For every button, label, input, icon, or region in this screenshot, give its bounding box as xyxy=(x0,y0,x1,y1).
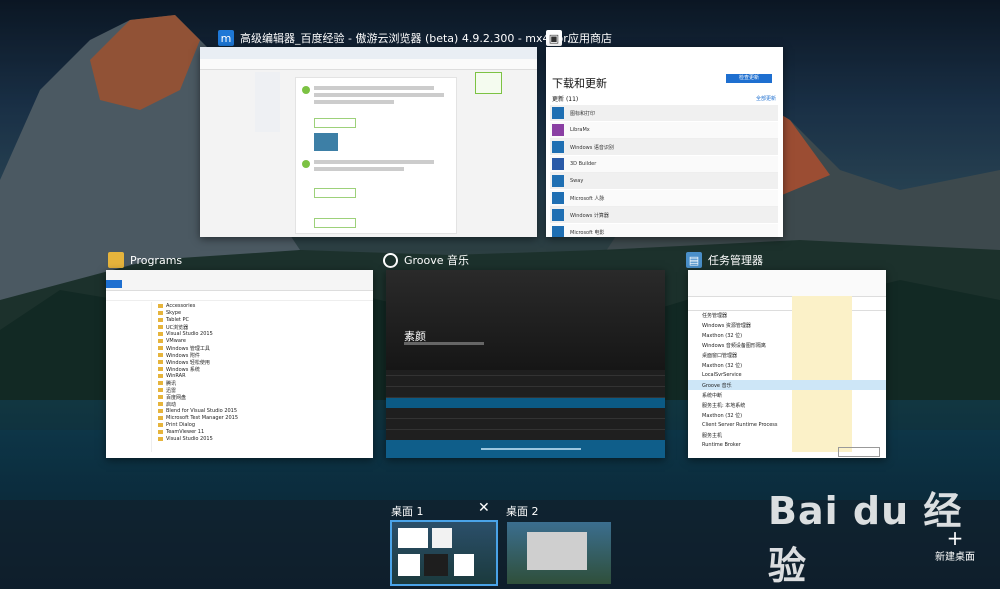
file-row[interactable]: Tablet PC xyxy=(156,317,371,324)
editor-area xyxy=(295,77,457,234)
file-row[interactable]: Windows 附件 xyxy=(156,352,371,359)
file-row[interactable]: Visual Studio 2015 xyxy=(156,436,371,443)
process-list: 任务管理器 Windows 资源管理器 Maxthon (32 位) Windows … xyxy=(688,310,886,450)
folder-icon xyxy=(158,416,163,420)
end-task-button[interactable] xyxy=(838,447,880,457)
store-bag-icon: ▣ xyxy=(546,30,562,46)
taskmgr-window-title[interactable]: ▤ 任务管理器 xyxy=(686,252,763,268)
explorer-ribbon xyxy=(106,270,373,291)
file-row[interactable]: 百度网盘 xyxy=(156,394,371,401)
folder-icon xyxy=(158,367,163,371)
file-row[interactable]: Microsoft Test Manager 2015 xyxy=(156,415,371,422)
updates-section: 更新 (11) xyxy=(552,96,579,103)
groove-thumbnail[interactable]: 素颜 xyxy=(386,270,665,458)
file-row[interactable]: UC浏览器 xyxy=(156,324,371,331)
process-row[interactable]: 任务管理器 xyxy=(688,310,886,320)
check-updates-button[interactable]: 检查更新 xyxy=(726,74,772,83)
baidu-logo: Bai du 经验 xyxy=(768,489,963,588)
process-row[interactable]: Maxthon (32 位) xyxy=(688,360,886,370)
folder-icon xyxy=(158,409,163,413)
process-row[interactable]: Client Server Runtime Process xyxy=(688,420,886,430)
address-bar xyxy=(106,290,373,301)
browser-sidebar xyxy=(255,72,280,132)
folder-icon xyxy=(158,360,163,364)
folder-icon xyxy=(158,381,163,385)
folder-icon xyxy=(108,252,124,268)
folder-icon xyxy=(158,311,163,315)
side-panel xyxy=(475,72,502,94)
folder-icon xyxy=(158,437,163,441)
desktop-2-label: 桌面 2 xyxy=(506,505,539,518)
folder-icon xyxy=(158,325,163,329)
groove-window-title[interactable]: Groove 音乐 xyxy=(383,252,469,268)
file-row[interactable]: Accessories xyxy=(156,303,371,310)
player-bar[interactable] xyxy=(386,440,665,458)
process-row[interactable]: Windows 音频设备图形隔离 xyxy=(688,340,886,350)
file-row[interactable]: 启动 xyxy=(156,401,371,408)
desktop-2-thumbnail[interactable] xyxy=(505,520,613,586)
process-row[interactable]: Groove 音乐 xyxy=(688,380,886,390)
taskmgr-thumbnail[interactable]: 任务管理器 Windows 资源管理器 Maxthon (32 位) Windows … xyxy=(688,270,886,458)
browser-tabs xyxy=(200,59,537,70)
process-row[interactable]: 桌面窗口管理器 xyxy=(688,350,886,360)
folder-icon xyxy=(158,353,163,357)
process-row[interactable]: Maxthon (32 位) xyxy=(688,410,886,420)
file-row[interactable]: VMware xyxy=(156,338,371,345)
process-row[interactable]: 服务主机 xyxy=(688,430,886,440)
explorer-window-title[interactable]: Programs xyxy=(108,252,182,268)
desktop-1-label: 桌面 1 xyxy=(391,505,424,518)
file-row[interactable]: Windows 轻松使用 xyxy=(156,359,371,366)
store-heading: 下载和更新 xyxy=(552,77,607,90)
file-row[interactable]: Windows 系统 xyxy=(156,366,371,373)
process-row[interactable]: 服务主机: 本地系统 xyxy=(688,400,886,410)
file-row[interactable]: Print Dialog xyxy=(156,422,371,429)
store-window-title[interactable]: ▣ 应用商店 xyxy=(546,30,612,46)
file-row[interactable]: Windows 管理工具 xyxy=(156,345,371,352)
folder-icon xyxy=(158,395,163,399)
groove-icon xyxy=(383,252,398,268)
nav-pane xyxy=(106,302,152,452)
folder-icon xyxy=(158,339,163,343)
process-row[interactable]: 系统中断 xyxy=(688,390,886,400)
folder-icon xyxy=(158,423,163,427)
folder-icon xyxy=(158,304,163,308)
folder-icon xyxy=(158,388,163,392)
process-row[interactable]: Windows 资源管理器 xyxy=(688,320,886,330)
task-manager-icon: ▤ xyxy=(686,252,702,268)
folder-icon xyxy=(158,332,163,336)
file-row[interactable]: Blend for Visual Studio 2015 xyxy=(156,408,371,415)
desktop-1-thumbnail[interactable] xyxy=(390,520,498,586)
file-row[interactable]: Skype xyxy=(156,310,371,317)
file-row[interactable]: 迅雷 xyxy=(156,387,371,394)
folder-icon xyxy=(158,402,163,406)
baidu-url: jingyan.baidu.com xyxy=(770,590,909,608)
file-row[interactable]: WinRAR xyxy=(156,373,371,380)
file-row[interactable]: TeamViewer 11 xyxy=(156,429,371,436)
file-row[interactable]: Visual Studio 2015 xyxy=(156,331,371,338)
folder-icon xyxy=(158,346,163,350)
close-desktop-icon[interactable]: ✕ xyxy=(478,500,490,516)
process-row[interactable]: Maxthon (32 位) xyxy=(688,330,886,340)
folder-icon xyxy=(158,374,163,378)
track-list xyxy=(386,365,665,441)
file-list: Accessories Skype Tablet PC UC浏览器 Visual Stu… xyxy=(156,303,371,443)
update-all-link[interactable]: 全部更新 xyxy=(756,95,776,102)
browser-window-title[interactable]: m 高级编辑器_百度经验 - 傲游云浏览器 (beta) 4.9.2.300 -… xyxy=(218,30,577,46)
explorer-thumbnail[interactable]: Accessories Skype Tablet PC UC浏览器 Visual Stu… xyxy=(106,270,373,458)
folder-icon xyxy=(158,430,163,434)
file-row[interactable]: 腾讯 xyxy=(156,380,371,387)
maxthon-icon: m xyxy=(218,30,234,46)
process-row[interactable]: LocalSvrService xyxy=(688,370,886,380)
update-list: 图标和打印 LibraMx Windows 语音识别 3D Builder Sw… xyxy=(550,105,778,237)
folder-icon xyxy=(158,318,163,322)
store-thumbnail[interactable]: 下载和更新 检查更新 更新 (11) 全部更新 图标和打印 LibraMx Wi… xyxy=(546,47,783,237)
browser-thumbnail[interactable] xyxy=(200,47,537,237)
